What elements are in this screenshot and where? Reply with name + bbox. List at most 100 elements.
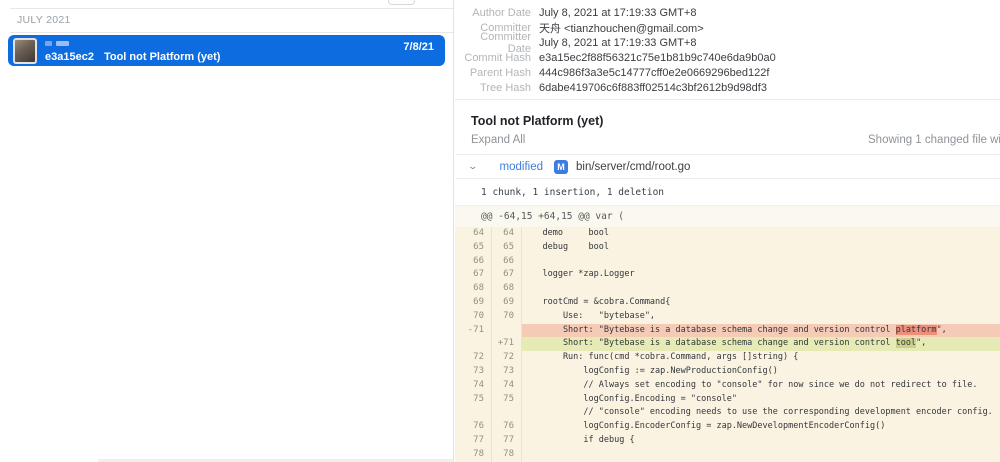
diff-stats: 1 chunk, 1 insertion, 1 deletion xyxy=(455,179,1000,206)
meta-label: Author Date xyxy=(455,7,531,19)
new-line-number: 70 xyxy=(492,310,522,324)
code-line: Use: "bytebase", xyxy=(522,310,1000,324)
code-line: Run: func(cmd *cobra.Command, args []str… xyxy=(522,351,1000,365)
file-status-label: modified xyxy=(500,161,543,173)
diff-row: 6868 xyxy=(455,282,1000,296)
new-line-number: 72 xyxy=(492,351,522,365)
old-line-number: 76 xyxy=(455,420,492,434)
new-line-number: 78 xyxy=(492,448,522,462)
commit-message: Tool not Platform (yet) xyxy=(104,51,221,63)
code-line: if debug { xyxy=(522,434,1000,448)
code-line: rootCmd = &cobra.Command{ xyxy=(522,296,1000,310)
new-line-number: 66 xyxy=(492,255,522,269)
diff-row: 7575 logConfig.Encoding = "console" xyxy=(455,393,1000,407)
old-line-number: 70 xyxy=(455,310,492,324)
new-line-number: 76 xyxy=(492,420,522,434)
new-line-number xyxy=(492,324,522,338)
old-line-number xyxy=(455,406,492,420)
meta-row: Committer天舟 <tianzhouchen@gmail.com> xyxy=(455,20,1000,35)
new-line-number: 68 xyxy=(492,282,522,296)
old-line-number xyxy=(455,337,492,351)
code-line: logConfig.Encoding = "console" xyxy=(522,393,1000,407)
commit-list-panel: JULY 2021 e3a15ec2 Tool not Platform (yet… xyxy=(0,0,454,462)
diff-row: 6464 demo bool xyxy=(455,227,1000,241)
meta-row: Committer DateJuly 8, 2021 at 17:19:33 G… xyxy=(455,35,1000,50)
old-line-number: 66 xyxy=(455,255,492,269)
code-line: // "console" encoding needs to use the c… xyxy=(522,406,1000,420)
diff-row: 7676 logConfig.EncoderConfig = zap.NewDe… xyxy=(455,420,1000,434)
hunk-header: @@ -64,15 +64,15 @@ var ( xyxy=(455,206,1000,227)
code-line: // Always set encoding to "console" for … xyxy=(522,379,1000,393)
redacted-author-name xyxy=(45,41,69,46)
new-line-number: 64 xyxy=(492,227,522,241)
changed-file-row[interactable]: ⌄ modified M bin/server/cmd/root.go xyxy=(455,155,1000,179)
new-line-number: 75 xyxy=(492,393,522,407)
commit-date: 7/8/21 xyxy=(403,41,434,53)
meta-value: July 8, 2021 at 17:19:33 GMT+8 xyxy=(539,7,696,19)
expand-all-button[interactable]: Expand All xyxy=(471,134,525,146)
code-line: Short: "Bytebase is a database schema ch… xyxy=(522,337,1000,351)
old-line-number: 68 xyxy=(455,282,492,296)
code-line xyxy=(522,255,1000,269)
code-line: debug bool xyxy=(522,241,1000,255)
old-line-number: -71 xyxy=(455,324,492,338)
commit-group-header: JULY 2021 xyxy=(10,8,453,33)
chevron-down-icon[interactable]: ⌄ xyxy=(467,161,478,172)
meta-row: Author Date July 8, 2021 at 17:19:33 GMT+… xyxy=(455,5,1000,20)
new-line-number: 67 xyxy=(492,268,522,282)
word-diff-highlight: tool xyxy=(896,338,916,348)
diff-row: 7474 // Always set encoding to "console"… xyxy=(455,379,1000,393)
diff-row: // "console" encoding needs to use the c… xyxy=(455,406,1000,420)
meta-label: Parent Hash xyxy=(455,67,531,79)
file-path: bin/server/cmd/root.go xyxy=(576,161,690,173)
meta-label: Commit Hash xyxy=(455,52,531,64)
commit-summary: e3a15ec2 Tool not Platform (yet) xyxy=(45,51,220,63)
diff-row: 6969 rootCmd = &cobra.Command{ xyxy=(455,296,1000,310)
commit-detail-panel: Author Date July 8, 2021 at 17:19:33 GMT+… xyxy=(455,0,1000,462)
meta-value: 天舟 <tianzhouchen@gmail.com> xyxy=(539,20,704,36)
meta-row: Tree Hash 6dabe419706c6f883ff02514c3bf261… xyxy=(455,80,1000,95)
commit-short-hash: e3a15ec2 xyxy=(45,51,94,63)
code-line: Short: "Bytebase is a database schema ch… xyxy=(522,324,1000,338)
meta-value: 444c986f3a3e5c14777cff0e2e0669296bed122f xyxy=(539,67,769,79)
meta-value: 6dabe419706c6f883ff02514c3bf2612b9d98df3 xyxy=(539,82,767,94)
diff-row: 6767 logger *zap.Logger xyxy=(455,268,1000,282)
diff-row: 6565 debug bool xyxy=(455,241,1000,255)
diff-toolbar: Expand All Showing 1 changed file with 1… xyxy=(455,134,1000,155)
diff-row: +71 Short: "Bytebase is a database schem… xyxy=(455,337,1000,351)
old-line-number: 73 xyxy=(455,365,492,379)
diff-view: 6464 demo bool6565 debug bool66666767 lo… xyxy=(455,227,1000,462)
old-line-number: 64 xyxy=(455,227,492,241)
meta-value: e3a15ec2f88f56321c75e1b81b9c740e6da9b0a0 xyxy=(539,52,776,64)
new-line-number xyxy=(492,406,522,420)
diff-row: 7373 logConfig := zap.NewProductionConfi… xyxy=(455,365,1000,379)
meta-row: Parent Hash 444c986f3a3e5c14777cff0e2e066… xyxy=(455,65,1000,80)
word-diff-highlight: platform xyxy=(896,325,937,335)
meta-value: July 8, 2021 at 17:19:33 GMT+8 xyxy=(539,37,696,49)
old-line-number: 72 xyxy=(455,351,492,365)
old-line-number: 65 xyxy=(455,241,492,255)
partial-button-fragment xyxy=(388,0,415,5)
commit-meta: Author Date July 8, 2021 at 17:19:33 GMT+… xyxy=(455,0,1000,100)
new-line-number: 77 xyxy=(492,434,522,448)
meta-label: Tree Hash xyxy=(455,82,531,94)
old-line-number: 69 xyxy=(455,296,492,310)
old-line-number: 77 xyxy=(455,434,492,448)
code-line xyxy=(522,282,1000,296)
diff-row: 7878 xyxy=(455,448,1000,462)
new-line-number: +71 xyxy=(492,337,522,351)
group-header-label: JULY 2021 xyxy=(10,9,453,33)
diff-row: 7070 Use: "bytebase", xyxy=(455,310,1000,324)
old-line-number: 67 xyxy=(455,268,492,282)
diff-row: 6666 xyxy=(455,255,1000,269)
diff-row: 7777 if debug { xyxy=(455,434,1000,448)
code-line: demo bool xyxy=(522,227,1000,241)
changes-summary: Showing 1 changed file with 1 add xyxy=(868,134,1000,146)
meta-row: Commit Hash e3a15ec2f88f56321c75e1b81b9c7… xyxy=(455,50,1000,65)
new-line-number: 74 xyxy=(492,379,522,393)
code-line: logger *zap.Logger xyxy=(522,268,1000,282)
old-line-number: 74 xyxy=(455,379,492,393)
new-line-number: 69 xyxy=(492,296,522,310)
code-line: logConfig.EncoderConfig = zap.NewDevelop… xyxy=(522,420,1000,434)
commit-list-item-selected[interactable]: e3a15ec2 Tool not Platform (yet) 7/8/21 xyxy=(8,35,445,66)
